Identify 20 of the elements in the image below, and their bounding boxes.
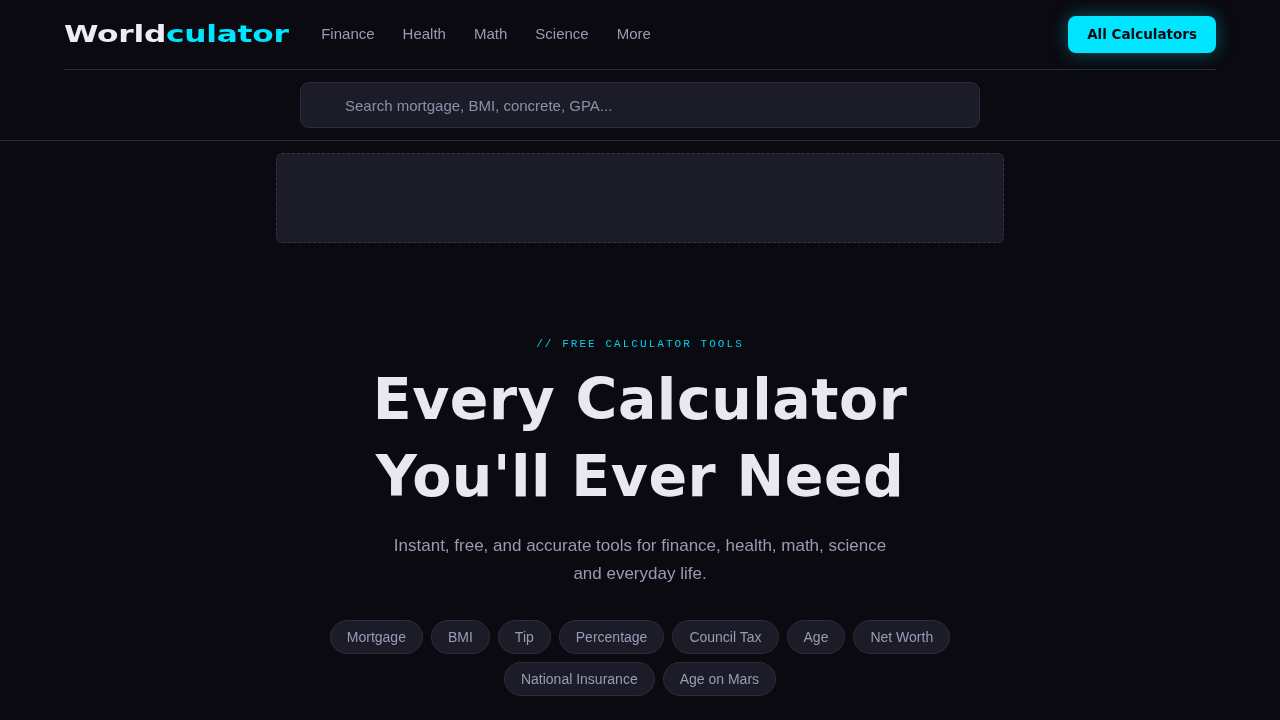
- eyebrow-label: // FREE CALCULATOR TOOLS: [536, 337, 744, 351]
- calculator-chip[interactable]: Age on Mars: [662, 662, 777, 696]
- hero-title: Every Calculator You'll Ever Need: [371, 365, 909, 511]
- all-calculators-button[interactable]: All Calculators: [1068, 16, 1216, 53]
- calculator-chip[interactable]: Mortgage: [329, 620, 423, 654]
- calculator-chip[interactable]: Age: [786, 620, 846, 654]
- calculator-chip[interactable]: Net Worth: [853, 620, 951, 654]
- nav-link[interactable]: Health: [402, 23, 446, 46]
- search-field[interactable]: Search mortgage, BMI, concrete, GPA...: [300, 82, 980, 128]
- nav-link[interactable]: Science: [535, 23, 589, 46]
- calculator-chip[interactable]: Percentage: [558, 620, 665, 654]
- calculator-chip[interactable]: BMI: [430, 620, 490, 654]
- calculator-chip[interactable]: Council Tax: [672, 620, 779, 654]
- hero-subtitle: Instant, free, and accurate tools for finance, health, math, science and everyday life.: [392, 535, 888, 585]
- nav-link[interactable]: More: [616, 23, 651, 46]
- logo[interactable]: Worldculator: [64, 23, 289, 46]
- calculator-chip[interactable]: Tip: [497, 620, 551, 654]
- nav-link[interactable]: Math: [473, 23, 508, 46]
- calculator-chip[interactable]: National Insurance: [503, 662, 655, 696]
- nav-link[interactable]: Finance: [321, 23, 375, 46]
